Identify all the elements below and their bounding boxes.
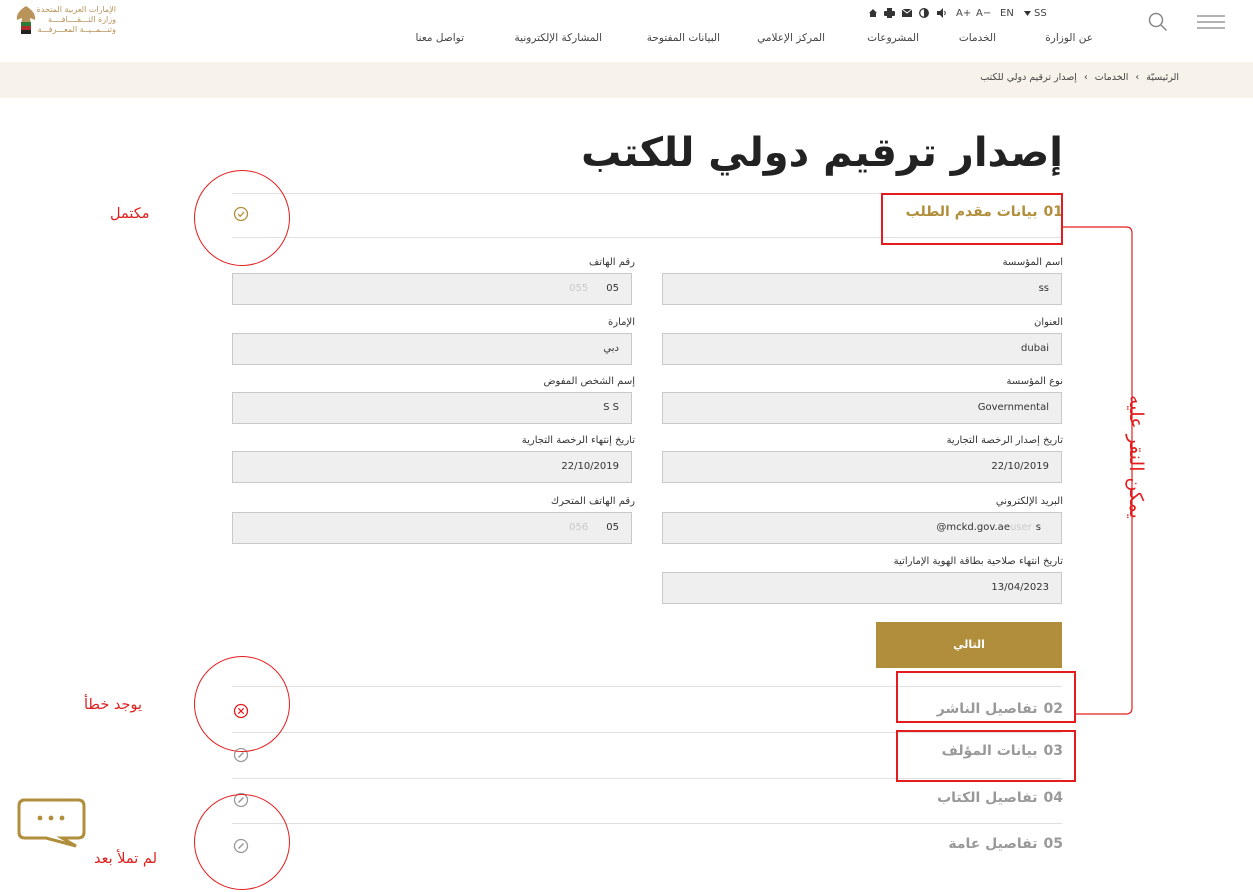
annotation-box (881, 193, 1063, 245)
breadcrumb-home[interactable]: الرئيسيّة (1146, 72, 1179, 83)
breadcrumb-bar: الرئيسيّة › الخدمات › إصدار ترقيم دولي ل… (0, 62, 1253, 98)
logo-line-3: وتنـــمــيــة المعـــرفـــة (37, 25, 116, 34)
authorized-person-field[interactable]: S S (232, 392, 632, 424)
org-type-value: Governmental (977, 402, 1049, 413)
address-value: dubai (1021, 343, 1049, 354)
phone-label: رقم الهاتف (588, 257, 635, 268)
nav-services[interactable]: الخدمات (959, 32, 996, 44)
step-number: 04 (1043, 790, 1063, 806)
email-ghost: user (1009, 522, 1032, 533)
contrast-icon[interactable] (919, 8, 929, 18)
mobile-ghost: 056 (569, 522, 589, 533)
divider (232, 823, 1062, 824)
authorized-person-label: إسم الشخص المفوض (543, 376, 635, 387)
font-increase-button[interactable]: A+ (956, 8, 971, 19)
breadcrumb-separator: › (1135, 72, 1140, 83)
user-menu[interactable]: SS (1034, 8, 1047, 19)
search-icon[interactable] (1148, 12, 1168, 32)
nav-e-participation[interactable]: المشاركة الإلكترونية (515, 32, 602, 44)
hamburger-menu-icon[interactable] (1196, 12, 1226, 32)
mobile-label: رقم الهاتف المتحرك (550, 496, 635, 507)
uae-emblem-icon[interactable] (14, 4, 38, 44)
breadcrumb-separator: › (1083, 72, 1088, 83)
annotation-circle (194, 794, 290, 890)
breadcrumb: الرئيسيّة › الخدمات › إصدار ترقيم دولي ل… (978, 72, 1181, 83)
license-expiry-label: تاريخ إنتهاء الرخصة التجارية (521, 435, 635, 446)
home-icon[interactable] (868, 8, 878, 18)
org-name-label: اسم المؤسسة (1002, 257, 1063, 268)
org-type-select[interactable]: Governmental (662, 392, 1062, 424)
annotation-error: يوجد خطأ (84, 697, 142, 713)
ministry-name[interactable]: الإمارات العربية المتحدة وزارة الثـــقــ… (36, 5, 116, 35)
license-issue-label: تاريخ إصدار الرخصة التجارية (946, 435, 1063, 446)
org-type-label: نوع المؤسسة (1006, 376, 1063, 387)
emirate-label: الإمارة (608, 317, 635, 328)
breadcrumb-current: إصدار ترقيم دولي للكتب (980, 72, 1077, 83)
page-title: إصدار ترقيم دولي للكتب (581, 130, 1063, 176)
address-label: العنوان (1034, 317, 1063, 328)
email-value: @mckd.gov.ae (936, 522, 1010, 533)
next-button[interactable]: التالي (876, 622, 1062, 668)
step-label: تفاصيل عامة (948, 836, 1038, 852)
step-number: 05 (1043, 836, 1063, 852)
nav-projects[interactable]: المشروعات (867, 32, 919, 44)
nav-open-data[interactable]: البيانات المفتوحة (647, 32, 720, 44)
license-issue-value: 22/10/2019 (991, 461, 1049, 472)
chat-bubble-icon[interactable] (16, 797, 88, 849)
annotation-circle (194, 170, 290, 266)
org-name-value: ss (1038, 283, 1049, 294)
eid-expiry-label: تاريخ انتهاء صلاحية بطاقة الهوية الإمارا… (893, 556, 1063, 567)
mobile-value: 05 (606, 522, 619, 533)
license-issue-date-field[interactable]: 22/10/2019 (662, 451, 1062, 483)
mail-icon[interactable] (902, 9, 912, 17)
eid-expiry-date-field[interactable]: 13/04/2023 (662, 572, 1062, 604)
authorized-person-value: S S (603, 402, 619, 413)
email-label: البريد الإلكتروني (995, 496, 1063, 507)
annotation-circle (194, 656, 290, 752)
audio-icon[interactable] (937, 8, 947, 18)
step-05-header[interactable]: 05 تفاصيل عامة (948, 836, 1063, 852)
address-field[interactable]: dubai (662, 333, 1062, 365)
phone-value: 05 (606, 283, 619, 294)
phone-field[interactable]: 055 05 (232, 273, 632, 305)
eid-expiry-value: 13/04/2023 (991, 582, 1049, 593)
mobile-field[interactable]: 056 05 (232, 512, 632, 544)
nav-about[interactable]: عن الوزارة (1045, 32, 1093, 44)
print-icon[interactable] (884, 8, 895, 18)
emirate-value: دبي (603, 343, 619, 354)
phone-ghost: 055 (569, 283, 589, 294)
caret-down-icon[interactable] (1024, 11, 1031, 16)
site-header: الإمارات العربية المتحدة وزارة الثـــقــ… (0, 0, 1253, 62)
breadcrumb-services[interactable]: الخدمات (1095, 72, 1129, 83)
nav-contact[interactable]: تواصل معنا (415, 32, 464, 44)
font-decrease-button[interactable]: A− (976, 8, 991, 19)
annotation-box (896, 730, 1076, 782)
step-04-header[interactable]: 04 تفاصيل الكتاب (937, 790, 1063, 806)
annotation-not-filled: لم تملأ بعد (94, 851, 157, 867)
annotation-clickable: يمكن النقر عليه (1125, 395, 1147, 519)
logo-line-2: وزارة الثـــقــــافــــة (48, 15, 116, 24)
email-prefix: s (1035, 522, 1041, 533)
license-expiry-value: 22/10/2019 (561, 461, 619, 472)
annotation-complete: مكتمل (110, 206, 150, 222)
org-name-field[interactable]: ss (662, 273, 1062, 305)
nav-media-center[interactable]: المركز الإعلامي (757, 32, 825, 44)
email-field[interactable]: @mckd.gov.aeuser s (662, 512, 1062, 544)
step-label: تفاصيل الكتاب (937, 790, 1038, 806)
emirate-select[interactable]: دبي (232, 333, 632, 365)
license-expiry-date-field[interactable]: 22/10/2019 (232, 451, 632, 483)
language-toggle[interactable]: EN (1000, 8, 1014, 19)
annotation-box (896, 671, 1076, 723)
logo-line-1: الإمارات العربية المتحدة (36, 5, 116, 14)
